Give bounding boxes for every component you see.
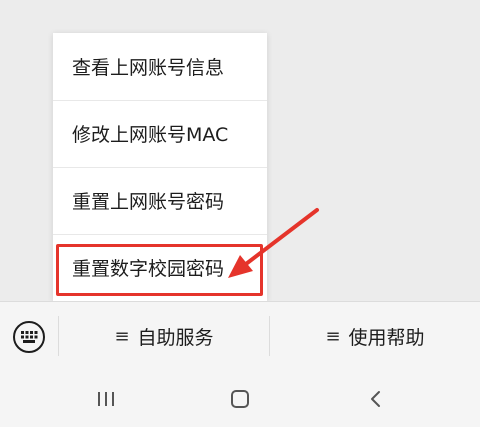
menu-item-label: 重置上网账号密码: [72, 191, 225, 213]
back-icon: [371, 391, 380, 407]
recents-icon: [98, 392, 114, 406]
menu-tab-label: 自助服务: [137, 327, 214, 349]
menu-list-icon: ≡: [114, 326, 130, 347]
menu-item-modify-account-mac[interactable]: 修改上网账号MAC: [53, 100, 267, 167]
home-icon: [231, 390, 249, 408]
home-button[interactable]: [210, 371, 270, 427]
menu-item-view-account-info[interactable]: 查看上网账号信息: [53, 33, 267, 100]
recents-button[interactable]: [76, 371, 136, 427]
system-nav-bar: [0, 371, 480, 427]
menu-tab-self-service[interactable]: ≡ 自助服务: [59, 302, 269, 371]
chat-screen: 查看上网账号信息 修改上网账号MAC 重置上网账号密码 重置数字校园密码 ≡ 自…: [0, 0, 480, 427]
menu-item-label: 重置数字校园密码: [72, 258, 225, 280]
menu-item-reset-campus-password[interactable]: 重置数字校园密码: [53, 234, 267, 301]
keyboard-toggle-button[interactable]: [0, 302, 58, 371]
menu-item-label: 查看上网账号信息: [72, 57, 225, 79]
keyboard-icon: [13, 320, 45, 353]
back-button[interactable]: [346, 371, 406, 427]
menu-item-label: 修改上网账号MAC: [72, 124, 229, 146]
menu-item-reset-account-password[interactable]: 重置上网账号密码: [53, 167, 267, 234]
menu-tab-help[interactable]: ≡ 使用帮助: [270, 302, 480, 371]
submenu-popup: 查看上网账号信息 修改上网账号MAC 重置上网账号密码 重置数字校园密码: [53, 33, 267, 301]
custom-menu-bar: ≡ 自助服务 ≡ 使用帮助: [0, 301, 480, 371]
menu-tab-label: 使用帮助: [348, 327, 425, 349]
menu-list-icon: ≡: [325, 326, 341, 347]
